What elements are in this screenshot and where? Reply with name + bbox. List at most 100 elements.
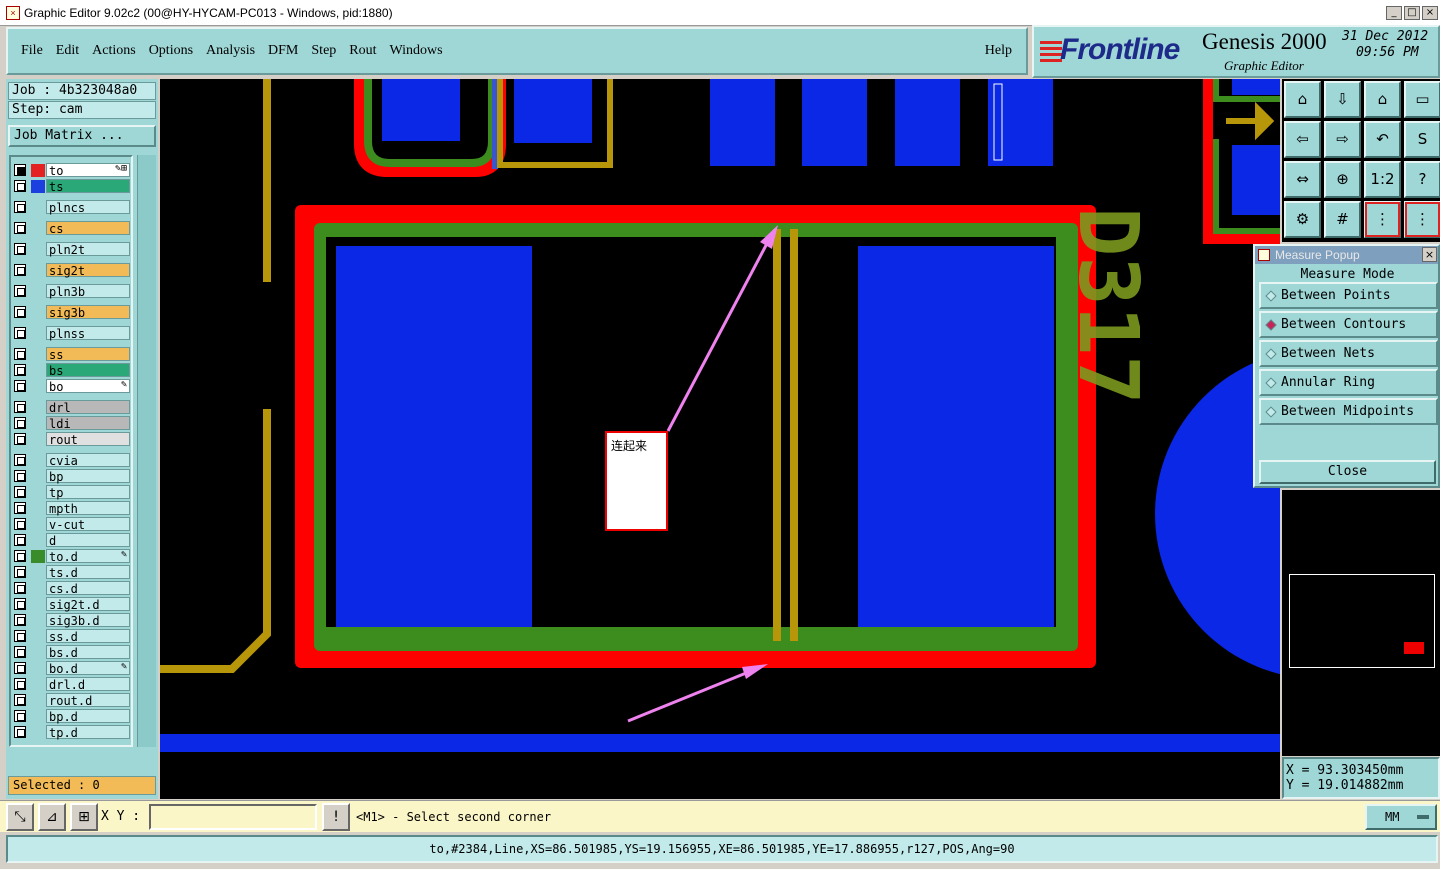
layer-row-sig2t[interactable]: sig2t bbox=[13, 263, 131, 278]
measure-option-between-points[interactable]: Between Points bbox=[1259, 282, 1438, 309]
layer-row-plncs[interactable]: plncs bbox=[13, 200, 131, 215]
layer-color-swatch[interactable] bbox=[31, 566, 45, 579]
layer-color-swatch[interactable] bbox=[31, 164, 45, 177]
help-icon[interactable]: ? bbox=[1404, 161, 1440, 198]
layer-color-swatch[interactable] bbox=[31, 243, 45, 256]
layer-checkbox[interactable] bbox=[14, 518, 26, 530]
layer-checkbox[interactable] bbox=[14, 630, 26, 642]
layer-name[interactable]: sig2t.d bbox=[46, 597, 130, 612]
undo-view-icon[interactable]: ↶ bbox=[1364, 121, 1401, 158]
layer-name[interactable]: d bbox=[46, 533, 130, 548]
layer-row-bo-d[interactable]: bo.d ✎ bbox=[13, 661, 131, 676]
layer-row-v-cut[interactable]: v-cut bbox=[13, 517, 131, 532]
layer-checkbox[interactable] bbox=[14, 486, 26, 498]
measure-option-between-contours[interactable]: Between Contours bbox=[1259, 311, 1438, 338]
layer-row-drl[interactable]: drl bbox=[13, 400, 131, 415]
layer-name[interactable]: sig2t bbox=[46, 263, 130, 278]
layer-row-cs[interactable]: cs bbox=[13, 221, 131, 236]
layer-list-scrollbar[interactable] bbox=[137, 155, 156, 747]
layer-name[interactable]: sig3b bbox=[46, 305, 130, 320]
layer-checkbox[interactable] bbox=[14, 364, 26, 376]
layer-name[interactable]: ts bbox=[46, 179, 130, 194]
close-window-button[interactable]: × bbox=[1422, 5, 1438, 20]
layer-name[interactable]: plncs bbox=[46, 200, 130, 215]
window-view-icon[interactable]: ▭ bbox=[1404, 81, 1440, 118]
layer-checkbox[interactable] bbox=[14, 662, 26, 674]
layer-name[interactable]: drl.d bbox=[46, 677, 130, 692]
pan-right-icon[interactable]: ⇨ bbox=[1324, 121, 1361, 158]
layer-name[interactable]: v-cut bbox=[46, 517, 130, 532]
close-icon[interactable]: × bbox=[1422, 247, 1437, 262]
layer-checkbox[interactable] bbox=[14, 201, 26, 213]
layer-row-pln2t[interactable]: pln2t bbox=[13, 242, 131, 257]
layer-row-cs-d[interactable]: cs.d bbox=[13, 581, 131, 596]
layer-row-sig2t-d[interactable]: sig2t.d bbox=[13, 597, 131, 612]
measure-option-between-nets[interactable]: Between Nets bbox=[1259, 340, 1438, 367]
layer-name[interactable]: drl bbox=[46, 400, 130, 415]
scale-icon[interactable]: 1:2 bbox=[1364, 161, 1401, 198]
layer-name[interactable]: bs.d bbox=[46, 645, 130, 660]
menu-file[interactable]: File bbox=[21, 43, 43, 59]
layer-name[interactable]: rout.d bbox=[46, 693, 130, 708]
layer-row-bs[interactable]: bs bbox=[13, 363, 131, 378]
net-highlight-icon[interactable]: ⋮ bbox=[1364, 201, 1401, 238]
snap-icon[interactable]: ⤡ bbox=[6, 803, 34, 831]
layer-checkbox[interactable] bbox=[14, 726, 26, 738]
layer-name[interactable]: cs.d bbox=[46, 581, 130, 596]
layer-checkbox[interactable] bbox=[14, 164, 26, 176]
layer-row-plnss[interactable]: plnss bbox=[13, 326, 131, 341]
layer-checkbox[interactable] bbox=[14, 582, 26, 594]
layer-row-ts-d[interactable]: ts.d bbox=[13, 565, 131, 580]
menu-rout[interactable]: Rout bbox=[349, 43, 376, 59]
layer-color-swatch[interactable] bbox=[31, 364, 45, 377]
layer-checkbox[interactable] bbox=[14, 433, 26, 445]
layer-checkbox[interactable] bbox=[14, 454, 26, 466]
layer-name[interactable]: cvia bbox=[46, 453, 130, 468]
layer-color-swatch[interactable] bbox=[31, 646, 45, 659]
layer-color-swatch[interactable] bbox=[31, 678, 45, 691]
layer-color-swatch[interactable] bbox=[31, 518, 45, 531]
xy-input[interactable] bbox=[149, 804, 317, 830]
layer-checkbox[interactable] bbox=[14, 243, 26, 255]
layer-color-swatch[interactable] bbox=[31, 327, 45, 340]
layer-row-ss[interactable]: ss bbox=[13, 347, 131, 362]
layer-color-swatch[interactable] bbox=[31, 486, 45, 499]
layer-checkbox[interactable] bbox=[14, 534, 26, 546]
fit-all-icon[interactable]: ⊕ bbox=[1324, 161, 1361, 198]
layer-checkbox[interactable] bbox=[14, 678, 26, 690]
menu-edit[interactable]: Edit bbox=[56, 43, 79, 59]
pan-left-icon[interactable]: ⇦ bbox=[1284, 121, 1321, 158]
layer-name[interactable]: bp.d bbox=[46, 709, 130, 724]
layer-row-bo[interactable]: bo ✎ bbox=[13, 379, 131, 394]
measure-option-between-midpoints[interactable]: Between Midpoints bbox=[1259, 398, 1438, 425]
layer-name[interactable]: sig3b.d bbox=[46, 613, 130, 628]
layer-color-swatch[interactable] bbox=[31, 694, 45, 707]
layer-checkbox[interactable] bbox=[14, 614, 26, 626]
layer-color-swatch[interactable] bbox=[31, 285, 45, 298]
layer-name[interactable]: tp bbox=[46, 485, 130, 500]
layer-checkbox[interactable] bbox=[14, 306, 26, 318]
net-select-icon[interactable]: ⋮ bbox=[1404, 201, 1440, 238]
layer-row-bp-d[interactable]: bp.d bbox=[13, 709, 131, 724]
layer-color-swatch[interactable] bbox=[31, 454, 45, 467]
fit-window-icon[interactable]: ⇔ bbox=[1284, 161, 1321, 198]
layer-checkbox[interactable] bbox=[14, 598, 26, 610]
job-matrix-button[interactable]: Job Matrix ... bbox=[8, 125, 156, 147]
layer-color-swatch[interactable] bbox=[31, 726, 45, 739]
layer-checkbox[interactable] bbox=[14, 348, 26, 360]
maximize-button[interactable]: □ bbox=[1404, 5, 1420, 20]
layer-name[interactable]: bo bbox=[46, 379, 130, 394]
settings-icon[interactable]: ⚙ bbox=[1284, 201, 1321, 238]
layer-checkbox[interactable] bbox=[14, 710, 26, 722]
layer-color-swatch[interactable] bbox=[31, 662, 45, 675]
layer-color-swatch[interactable] bbox=[31, 534, 45, 547]
layer-row-ts[interactable]: ts bbox=[13, 179, 131, 194]
layer-color-swatch[interactable] bbox=[31, 417, 45, 430]
layer-name[interactable]: ts.d bbox=[46, 565, 130, 580]
layer-color-swatch[interactable] bbox=[31, 582, 45, 595]
layer-color-swatch[interactable] bbox=[31, 598, 45, 611]
layer-color-swatch[interactable] bbox=[31, 264, 45, 277]
layer-color-swatch[interactable] bbox=[31, 630, 45, 643]
layer-name[interactable]: ss bbox=[46, 347, 130, 362]
pan-down-icon[interactable]: ⇩ bbox=[1324, 81, 1361, 118]
